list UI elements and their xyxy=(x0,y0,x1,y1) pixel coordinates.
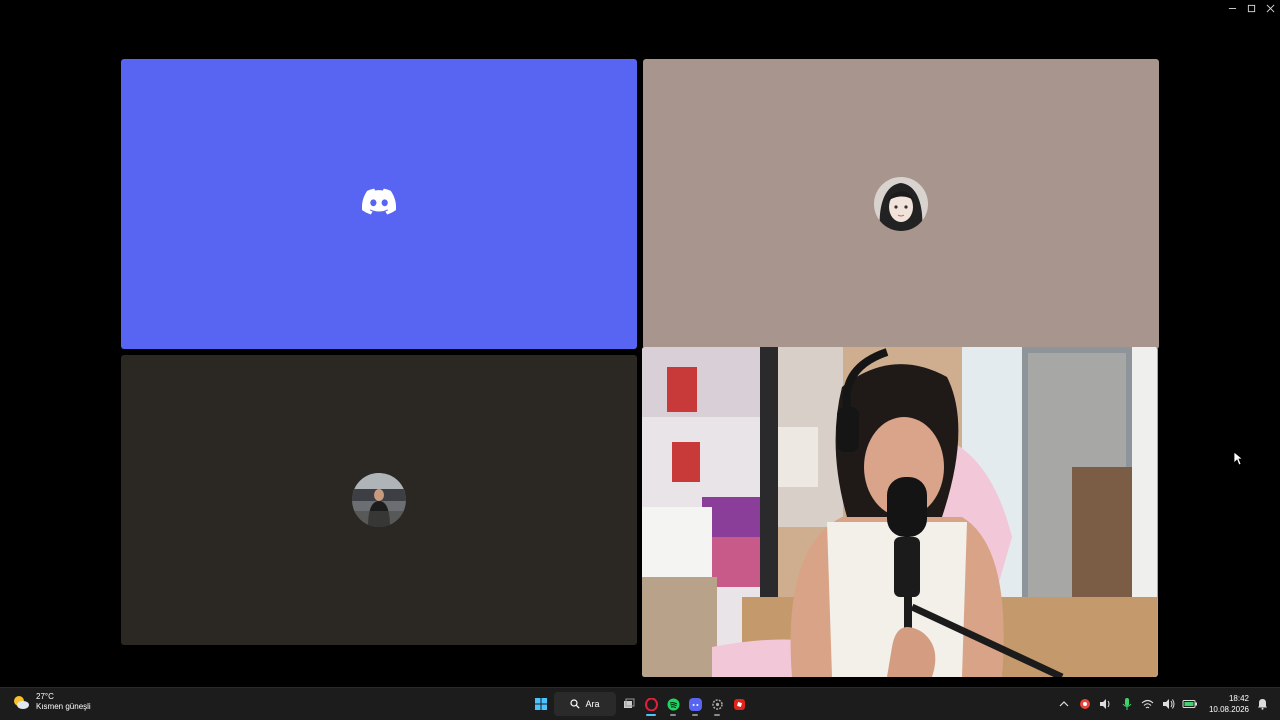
taskbar-apps: Ara xyxy=(532,691,748,717)
tray-app-icon xyxy=(1079,699,1090,709)
clock-date: 10.08.2026 xyxy=(1208,705,1249,714)
maximize-icon xyxy=(1247,4,1256,12)
tray-app-button[interactable] xyxy=(1077,696,1093,712)
settings-icon xyxy=(711,698,723,710)
search-label: Ara xyxy=(585,699,600,709)
chevron-up-icon xyxy=(1059,701,1069,707)
notification-bell-icon xyxy=(1257,699,1267,710)
speaker-icon xyxy=(1100,699,1110,709)
notifications-button[interactable] xyxy=(1254,696,1270,712)
webcam-stream-tile[interactable] xyxy=(642,347,1158,677)
running-indicator xyxy=(714,714,720,716)
volume-icon xyxy=(1163,699,1175,709)
running-indicator xyxy=(670,714,676,716)
battery-icon xyxy=(1182,700,1197,708)
spotify-button[interactable] xyxy=(664,692,682,716)
weather-desc: Kısmen güneşli xyxy=(36,702,91,711)
participant-tile[interactable] xyxy=(643,59,1159,349)
roblox-icon xyxy=(733,698,745,710)
microphone-icon xyxy=(1122,697,1132,710)
anime-avatar xyxy=(874,177,928,231)
window-controls xyxy=(1223,0,1280,16)
participant-tile[interactable] xyxy=(121,355,637,645)
speaker-tray-button[interactable] xyxy=(1098,696,1114,712)
wifi-button[interactable] xyxy=(1140,696,1156,712)
minimize-icon xyxy=(1228,7,1237,9)
discord-button[interactable] xyxy=(686,692,704,716)
close-icon xyxy=(1266,4,1275,12)
task-view-icon xyxy=(624,698,635,708)
weather-temp: 27°C xyxy=(36,692,54,701)
system-tray: 18:42 10.08.2026 xyxy=(1056,691,1280,717)
taskbar: 27°C Kısmen güneşli Ara 18:42 10.08.2026 xyxy=(0,687,1280,720)
microphone-tray-button[interactable] xyxy=(1119,696,1135,712)
mouse-cursor-icon xyxy=(1233,451,1244,471)
opera-icon xyxy=(644,697,658,711)
active-indicator xyxy=(646,714,656,716)
maximize-button[interactable] xyxy=(1242,0,1261,16)
user-photo-avatar xyxy=(352,473,406,527)
show-hidden-icons-button[interactable] xyxy=(1056,696,1072,712)
clock[interactable]: 18:42 10.08.2026 xyxy=(1209,693,1249,715)
running-indicator xyxy=(692,714,698,716)
taskbar-search[interactable]: Ara xyxy=(554,692,616,716)
discord-logo-icon xyxy=(361,188,397,220)
discord-stream-tile[interactable] xyxy=(121,59,637,349)
minimize-button[interactable] xyxy=(1223,0,1242,16)
partly-sunny-icon xyxy=(14,696,29,709)
settings-button[interactable] xyxy=(708,692,726,716)
task-view-button[interactable] xyxy=(620,692,638,716)
close-button[interactable] xyxy=(1261,0,1280,16)
spotify-icon xyxy=(667,698,679,710)
discord-icon xyxy=(688,697,702,711)
volume-button[interactable] xyxy=(1161,696,1177,712)
wifi-icon xyxy=(1142,699,1154,708)
start-button[interactable] xyxy=(532,692,550,716)
roblox-button[interactable] xyxy=(730,692,748,716)
search-icon xyxy=(570,699,581,709)
opera-button[interactable] xyxy=(642,692,660,716)
battery-button[interactable] xyxy=(1182,696,1198,712)
windows-start-icon xyxy=(535,698,547,710)
clock-time: 18:42 xyxy=(1228,694,1249,703)
weather-widget[interactable]: 27°C Kısmen güneşli xyxy=(12,692,91,712)
webcam-video xyxy=(642,347,1157,677)
